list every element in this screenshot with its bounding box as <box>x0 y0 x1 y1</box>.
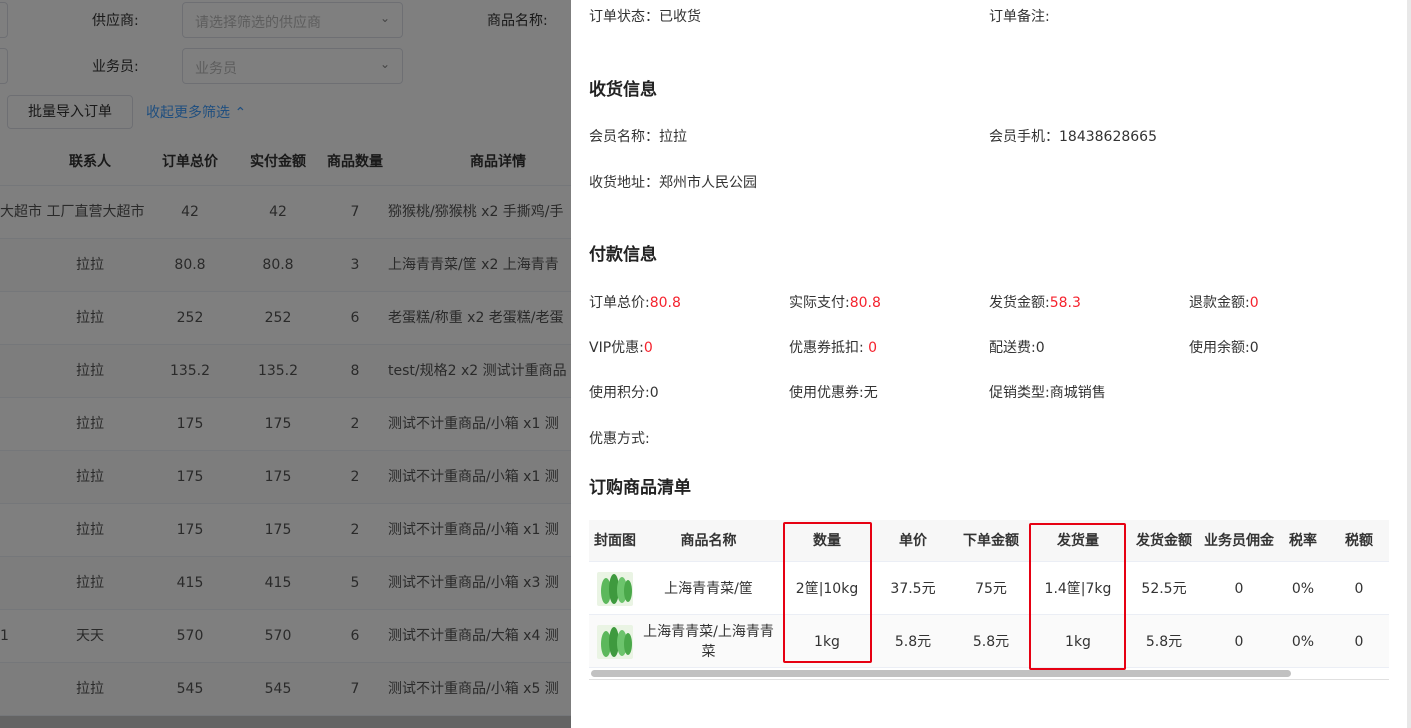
goods-list-title: 订购商品清单 <box>589 478 691 498</box>
payment-coupon-deduct: 优惠券抵扣: 0 <box>789 340 878 356</box>
goods-commission: 0 <box>1234 633 1244 650</box>
payment-ship-amount: 发货金额:58.3 <box>989 295 1081 311</box>
col-unit-price: 单价 <box>899 533 927 549</box>
vegetable-thumbnail-icon <box>597 624 633 659</box>
payment-discount-method: 优惠方式: <box>589 431 650 447</box>
payment-balance: 使用余额:0 <box>1189 340 1259 356</box>
goods-unit-price: 37.5元 <box>890 580 936 597</box>
col-tax-rate: 税率 <box>1289 533 1317 549</box>
order-status: 订单状态：已收货 <box>589 9 701 25</box>
leaf-shape <box>624 632 632 655</box>
goods-table-header: 封面图 商品名称 数量 单价 下单金额 发货量 发货金额 业务员佣金 税率 税额 <box>589 520 1389 562</box>
shipping-address: 收货地址：郑州市人民公园 <box>589 175 757 191</box>
payment-promo-type: 促销类型:商城销售 <box>989 385 1106 401</box>
goods-ship-amount: 5.8元 <box>1145 633 1183 650</box>
goods-order-amount: 5.8元 <box>972 633 1010 650</box>
goods-row[interactable]: 上海青青菜/上海青青菜 1kg 5.8元 5.8元 1kg 5.8元 0 0% 0 <box>589 615 1389 668</box>
col-commission: 业务员佣金 <box>1204 533 1274 549</box>
goods-tax: 0 <box>1354 580 1364 597</box>
col-cover: 封面图 <box>594 533 636 549</box>
goods-unit-price: 5.8元 <box>894 633 932 650</box>
goods-table-scrollbar[interactable] <box>591 670 1291 677</box>
goods-cover[interactable] <box>589 615 641 668</box>
member-phone: 会员手机：18438628665 <box>989 129 1157 145</box>
goods-tax-rate: 0% <box>1291 633 1315 650</box>
order-detail-drawer: 订单状态：已收货 订单备注: 收货信息 会员名称：拉拉 会员手机：1843862… <box>571 0 1411 728</box>
payment-coupon-used: 使用优惠券:无 <box>789 385 878 401</box>
payment-actual: 实际支付:80.8 <box>789 295 881 311</box>
col-product-name: 商品名称 <box>680 533 737 549</box>
member-name: 会员名称：拉拉 <box>589 129 687 145</box>
goods-tax: 0 <box>1354 633 1364 650</box>
highlight-box-ship-qty <box>1029 523 1126 670</box>
payment-info-title: 付款信息 <box>589 245 657 265</box>
payment-vip: VIP优惠:0 <box>589 340 653 356</box>
drawer-scrollbar[interactable] <box>1407 0 1411 728</box>
payment-delivery-fee: 配送费:0 <box>989 340 1045 356</box>
order-note: 订单备注: <box>989 9 1050 25</box>
goods-name: 上海青青菜/上海青青菜 <box>643 623 774 660</box>
payment-order-total: 订单总价:80.8 <box>589 295 681 311</box>
goods-ship-amount: 52.5元 <box>1141 580 1187 597</box>
col-order-amount: 下单金额 <box>963 533 1019 549</box>
highlight-box-quantity <box>783 522 872 663</box>
payment-points: 使用积分:0 <box>589 385 659 401</box>
modal-overlay[interactable] <box>0 0 571 728</box>
col-tax: 税额 <box>1345 533 1373 549</box>
leaf-shape <box>624 579 632 602</box>
payment-refund: 退款金额:0 <box>1189 295 1259 311</box>
goods-order-amount: 75元 <box>975 580 1007 597</box>
goods-row[interactable]: 上海青青菜/筐 2筐|10kg 37.5元 75元 1.4筐|7kg 52.5元 0 0% 0 <box>589 562 1389 615</box>
shipping-info-title: 收货信息 <box>589 80 657 100</box>
vegetable-thumbnail-icon <box>597 571 633 606</box>
col-ship-amount: 发货金额 <box>1136 533 1192 549</box>
goods-tax-rate: 0% <box>1291 580 1315 597</box>
goods-table-bottom-border <box>589 679 1389 680</box>
goods-commission: 0 <box>1234 580 1244 597</box>
goods-name: 上海青青菜/筐 <box>664 580 753 597</box>
goods-cover[interactable] <box>589 562 641 615</box>
